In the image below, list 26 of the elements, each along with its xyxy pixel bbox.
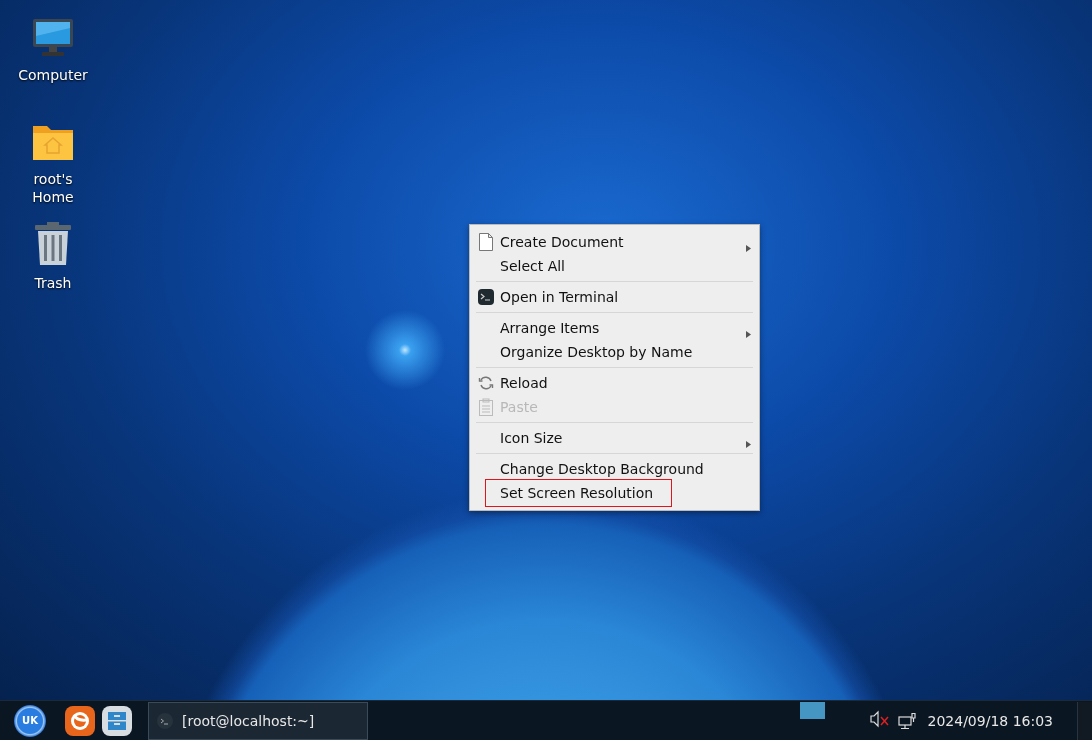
monitor-icon (31, 18, 75, 58)
menu-item[interactable]: Organize Desktop by Name (470, 340, 759, 364)
menu-item[interactable]: Open in Terminal (470, 285, 759, 309)
desktop-icon-label[interactable]: root's Home (13, 170, 93, 206)
menu-item[interactable]: Create Document (470, 230, 759, 254)
menu-item[interactable]: Reload (470, 371, 759, 395)
trash-icon (33, 222, 73, 266)
menu-item[interactable]: Arrange Items (470, 316, 759, 340)
muted-speaker-icon[interactable] (869, 709, 890, 728)
terminal-icon (157, 712, 173, 729)
file-cabinet-icon[interactable] (102, 705, 132, 736)
menu-item[interactable]: Change Desktop Background (470, 457, 759, 481)
clipboard-icon (478, 398, 494, 416)
desktop-icon-label[interactable]: Computer (13, 66, 93, 84)
menu-item[interactable]: Select All (470, 254, 759, 278)
browser-icon[interactable] (65, 705, 95, 736)
taskbar-window-button[interactable]: [root@localhost:~] (148, 701, 368, 740)
reload-icon (478, 375, 494, 391)
network-icon[interactable] (897, 711, 916, 730)
terminal-icon (478, 289, 494, 305)
menu-item[interactable]: Set Screen Resolution (485, 479, 673, 507)
clock[interactable]: 2024/09/18 16:03 (927, 712, 1053, 729)
desktop-icon-label[interactable]: Trash (13, 274, 93, 292)
document-icon (478, 233, 494, 251)
start-menu-button[interactable]: UK (14, 704, 46, 737)
menu-item[interactable]: Icon Size (470, 426, 759, 450)
